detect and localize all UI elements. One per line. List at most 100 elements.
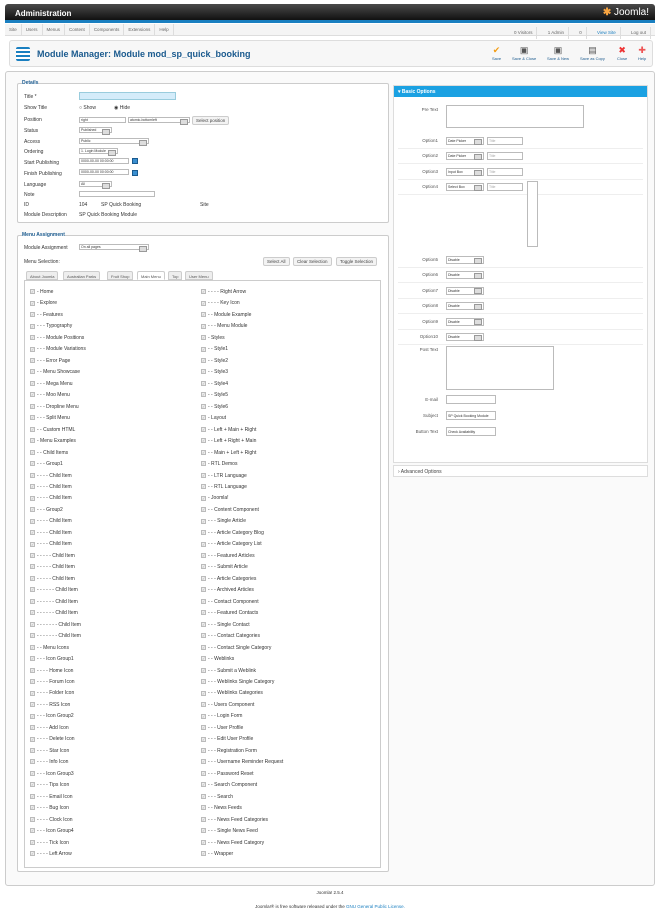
checkbox-icon[interactable]: ✓ — [30, 323, 35, 329]
menu-item-checkbox[interactable]: ✓ - - - - Child Item — [30, 495, 72, 501]
checkbox-icon[interactable]: ✓ — [201, 552, 206, 558]
checkbox-icon[interactable]: ✓ — [30, 541, 35, 547]
menu-item-checkbox[interactable]: ✓ - - - - RSS Icon — [30, 702, 70, 708]
finish-publishing-input[interactable]: 0000-00-00 00:00:00 — [79, 169, 129, 175]
checkbox-icon[interactable]: ✓ — [201, 667, 206, 673]
menu-item-checkbox[interactable]: ✓ - - - Single Article — [201, 518, 246, 524]
menu-item-checkbox[interactable]: ✓ - - - Icon Group3 — [30, 771, 74, 777]
option-select[interactable]: Disable — [446, 302, 484, 311]
checkbox-icon[interactable]: ✓ — [30, 725, 35, 731]
checkbox-icon[interactable]: ✓ — [30, 656, 35, 662]
menu-item-checkbox[interactable]: ✓ - - - Password Reset — [201, 771, 254, 777]
view-site-link[interactable]: View Site — [593, 27, 621, 39]
calendar-icon[interactable] — [132, 158, 138, 164]
menu-users[interactable]: Users — [22, 24, 43, 36]
checkbox-icon[interactable]: ✓ — [30, 507, 35, 513]
option-type-select[interactable]: Date Picker — [446, 152, 484, 160]
menu-item-checkbox[interactable]: ✓ - RTL Demos — [201, 461, 237, 467]
checkbox-icon[interactable]: ✓ — [201, 415, 206, 421]
menu-item-checkbox[interactable]: ✓ - - - - Add Icon — [30, 725, 69, 731]
menu-item-checkbox[interactable]: ✓ - - - - - Child Item — [30, 564, 75, 570]
checkbox-icon[interactable]: ✓ — [30, 392, 35, 398]
menu-item-checkbox[interactable]: ✓ - - - Archived Articles — [201, 587, 254, 593]
tab-top[interactable]: Top — [168, 271, 183, 280]
checkbox-icon[interactable]: ✓ — [201, 816, 206, 822]
checkbox-icon[interactable]: ✓ — [201, 575, 206, 581]
menu-item-checkbox[interactable]: ✓ - - - Login Form — [201, 713, 242, 719]
menu-item-checkbox[interactable]: ✓ - - - Article Categories — [201, 576, 256, 582]
option-title-input[interactable]: Title — [487, 183, 523, 191]
menu-menus[interactable]: Menus — [43, 24, 66, 36]
menu-item-checkbox[interactable]: ✓ - - - - Child Item — [30, 518, 72, 524]
checkbox-icon[interactable]: ✓ — [201, 598, 206, 604]
menu-item-checkbox[interactable]: ✓ - - - - - - - Child Item — [30, 633, 81, 639]
menu-item-checkbox[interactable]: ✓ - - - Article Category List — [201, 541, 262, 547]
menu-item-checkbox[interactable]: ✓ - - - Registration Form — [201, 748, 257, 754]
checkbox-icon[interactable]: ✓ — [30, 449, 35, 455]
checkbox-icon[interactable]: ✓ — [30, 736, 35, 742]
checkbox-icon[interactable]: ✓ — [30, 484, 35, 490]
menu-item-checkbox[interactable]: ✓ - - LTR Language — [201, 473, 247, 479]
checkbox-icon[interactable]: ✓ — [201, 747, 206, 753]
menu-item-checkbox[interactable]: ✓ - - - - - Child Item — [30, 553, 75, 559]
select-all-button[interactable]: Select All — [263, 257, 290, 266]
checkbox-icon[interactable]: ✓ — [201, 644, 206, 650]
checkbox-icon[interactable]: ✓ — [30, 495, 35, 501]
position-input[interactable]: right — [79, 117, 126, 123]
option-title-input[interactable]: Title — [487, 152, 523, 160]
checkbox-icon[interactable]: ✓ — [30, 644, 35, 650]
menu-item-checkbox[interactable]: ✓ - - RTL Language — [201, 484, 247, 490]
menu-item-checkbox[interactable]: ✓ - - Search Component — [201, 782, 257, 788]
menu-item-checkbox[interactable]: ✓ - - - - Email Icon — [30, 794, 73, 800]
checkbox-icon[interactable]: ✓ — [30, 312, 35, 318]
checkbox-icon[interactable]: ✓ — [201, 782, 206, 788]
menu-item-checkbox[interactable]: ✓ - - - - Home Icon — [30, 668, 73, 674]
menu-item-checkbox[interactable]: ✓ - - - Submit Article — [201, 564, 248, 570]
advanced-options-toggle[interactable]: › Advanced Options — [393, 465, 648, 477]
menu-item-checkbox[interactable]: ✓ - - - - Clock Icon — [30, 817, 73, 823]
menu-item-checkbox[interactable]: ✓ - - - Split Menu — [30, 415, 70, 421]
menu-item-checkbox[interactable]: ✓ - - - Single Contact — [201, 622, 250, 628]
menu-item-checkbox[interactable]: ✓ - - - Icon Group1 — [30, 656, 74, 662]
menu-item-checkbox[interactable]: ✓ - - - News Feed Categories — [201, 817, 268, 823]
status-select[interactable]: Published — [79, 127, 112, 135]
menu-item-checkbox[interactable]: ✓ - - Wrapper — [201, 851, 233, 857]
checkbox-icon[interactable]: ✓ — [30, 461, 35, 467]
checkbox-icon[interactable]: ✓ — [30, 702, 35, 708]
checkbox-icon[interactable]: ✓ — [30, 667, 35, 673]
menu-item-checkbox[interactable]: ✓ - - Child Items — [30, 450, 68, 456]
checkbox-icon[interactable]: ✓ — [30, 346, 35, 352]
module-assignment-select[interactable]: On all pages — [79, 244, 149, 252]
select-position-button[interactable]: Select position — [192, 116, 230, 125]
start-publishing-input[interactable]: 0000-00-00 00:00:00 — [79, 158, 129, 164]
checkbox-icon[interactable]: ✓ — [30, 403, 35, 409]
checkbox-icon[interactable]: ✓ — [201, 541, 206, 547]
checkbox-icon[interactable]: ✓ — [201, 335, 206, 341]
menu-item-checkbox[interactable]: ✓ - - - Module Positions — [30, 335, 84, 341]
checkbox-icon[interactable]: ✓ — [201, 472, 206, 478]
option-select[interactable]: Disable — [446, 333, 484, 341]
checkbox-icon[interactable]: ✓ — [30, 369, 35, 375]
tab-user-menu[interactable]: User Menu — [185, 271, 213, 280]
menu-item-checkbox[interactable]: ✓ - - - Group1 — [30, 461, 63, 467]
checkbox-icon[interactable]: ✓ — [201, 713, 206, 719]
checkbox-icon[interactable]: ✓ — [30, 621, 35, 627]
note-input[interactable] — [79, 191, 155, 197]
option-title-input[interactable]: Title — [487, 168, 523, 176]
option-select[interactable]: Disable — [446, 317, 484, 326]
clear-selection-button[interactable]: Clear Selection — [293, 257, 332, 266]
checkbox-icon[interactable]: ✓ — [30, 472, 35, 478]
menu-item-checkbox[interactable]: ✓ - - - - Folder Icon — [30, 690, 74, 696]
checkbox-icon[interactable]: ✓ — [201, 518, 206, 524]
checkbox-icon[interactable]: ✓ — [30, 518, 35, 524]
menu-item-checkbox[interactable]: ✓ - - - Weblinks Single Category — [201, 679, 274, 685]
basic-options-header[interactable]: ▾ Basic Options — [394, 86, 647, 97]
menu-item-checkbox[interactable]: ✓ - - - Group2 — [30, 507, 63, 513]
checkbox-icon[interactable]: ✓ — [201, 484, 206, 490]
checkbox-icon[interactable]: ✓ — [201, 438, 206, 444]
menu-site[interactable]: Site — [5, 24, 22, 36]
checkbox-icon[interactable]: ✓ — [201, 357, 206, 363]
menu-extensions[interactable]: Extensions — [124, 24, 156, 36]
menu-item-checkbox[interactable]: ✓ - - - - Bug Icon — [30, 805, 69, 811]
checkbox-icon[interactable]: ✓ — [201, 690, 206, 696]
